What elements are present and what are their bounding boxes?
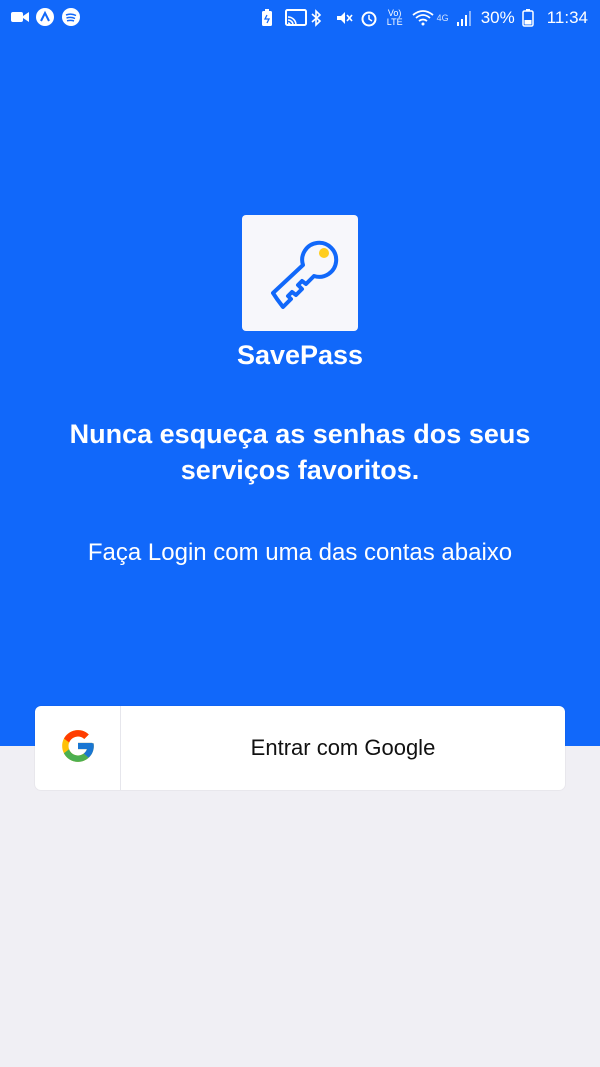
google-icon-cell — [35, 706, 121, 790]
mute-icon — [335, 9, 353, 27]
video-icon — [10, 8, 29, 26]
battery-icon — [521, 9, 540, 27]
hero-background — [0, 0, 600, 746]
signal-icon — [456, 9, 474, 27]
app-name: SavePass — [236, 340, 364, 370]
app-logo — [242, 215, 358, 331]
login-instruction: Faça Login com uma das contas abaixo — [87, 539, 513, 566]
key-icon — [256, 231, 344, 316]
google-login-button[interactable]: Entrar com Google — [35, 706, 565, 790]
google-login-label: Entrar com Google — [250, 735, 436, 760]
google-icon — [59, 727, 97, 770]
network-type: 4G — [436, 13, 449, 23]
status-bar: Vo) LTE 4G 30% 11:34 — [0, 0, 600, 36]
tagline: Nunca esqueça as senhas dos seus serviço… — [69, 419, 531, 485]
app-icon — [36, 8, 54, 26]
cast-icon — [284, 9, 307, 27]
battery-percent: 30% — [480, 8, 515, 27]
battery-saver-icon — [260, 9, 278, 27]
volte-icon: Vo) LTE — [386, 8, 403, 27]
wifi-icon — [412, 9, 434, 27]
bluetooth-icon — [310, 9, 328, 27]
alarm-icon — [360, 9, 378, 27]
spotify-icon — [62, 8, 80, 26]
clock: 11:34 — [546, 8, 588, 27]
